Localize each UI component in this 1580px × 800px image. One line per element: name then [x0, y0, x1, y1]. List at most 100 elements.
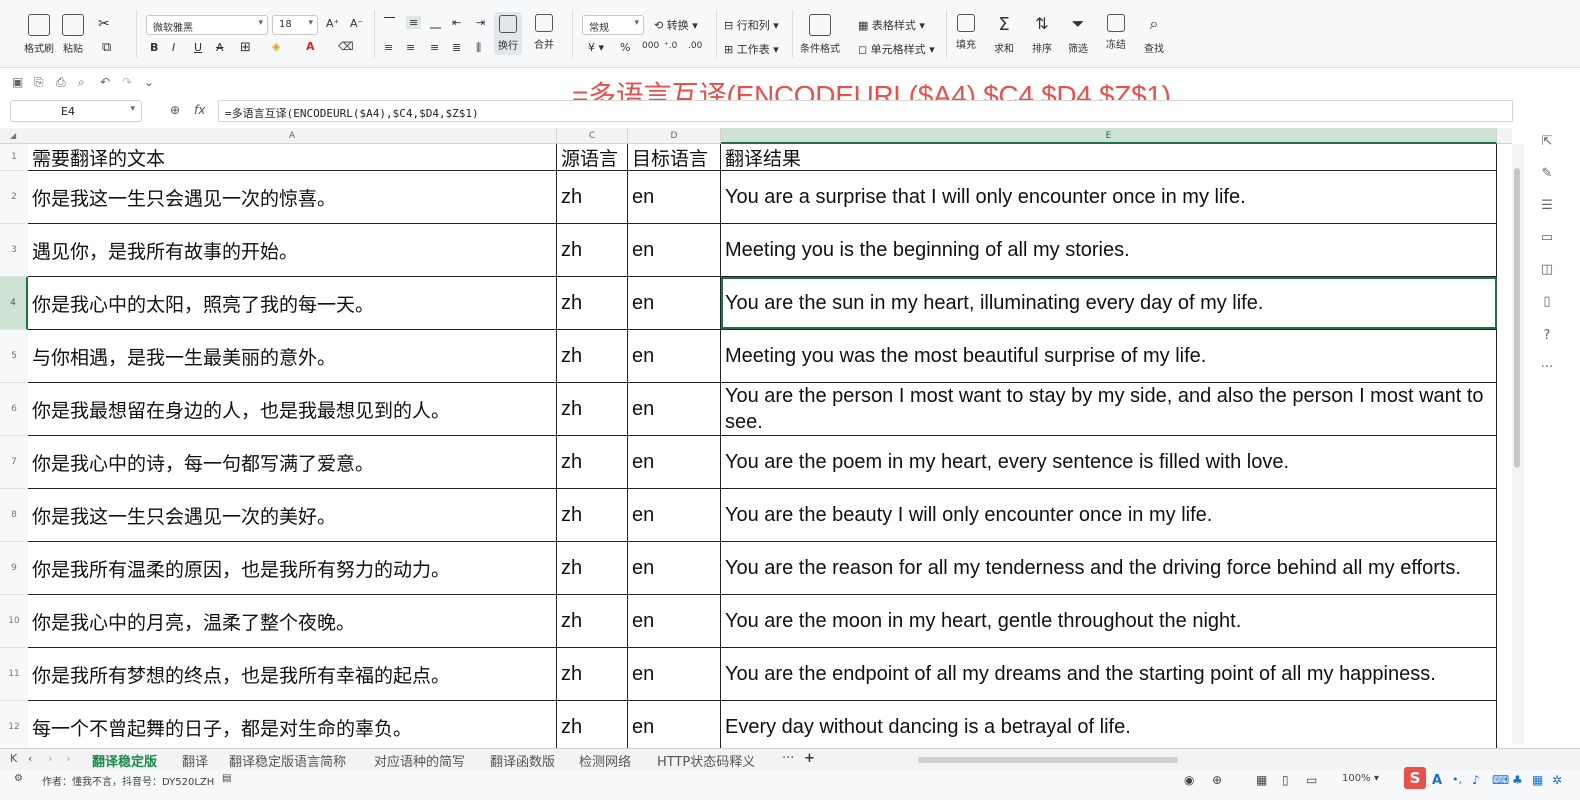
- comment-icon[interactable]: ▭: [1538, 230, 1556, 246]
- row-number[interactable]: 4: [0, 277, 28, 330]
- cell-a10[interactable]: 你是我心中的月亮，温柔了整个夜晚。: [28, 595, 557, 647]
- next-sheet-icon[interactable]: ›: [48, 752, 52, 765]
- sum-button[interactable]: Σ 求和: [994, 14, 1014, 55]
- sheet-tab-0[interactable]: 翻译稳定版: [88, 751, 162, 772]
- cell-d8[interactable]: en: [628, 489, 721, 541]
- row-number[interactable]: 7: [0, 436, 28, 489]
- ime-font-icon[interactable]: A: [1432, 773, 1442, 788]
- cell-c2[interactable]: zh: [557, 171, 628, 223]
- select-pointer-icon[interactable]: ⇱: [1538, 134, 1556, 150]
- cell-c6[interactable]: zh: [557, 383, 628, 435]
- merge-button[interactable]: 合并: [534, 14, 554, 51]
- settings-sliders-icon[interactable]: ☰: [1538, 198, 1556, 214]
- cell-d4[interactable]: en: [628, 277, 721, 329]
- find-button[interactable]: ⌕ 查找: [1144, 14, 1164, 55]
- cell-a12[interactable]: 每一个不曾起舞的日子，都是对生命的辜负。: [28, 701, 557, 748]
- scroll-thumb[interactable]: [1514, 168, 1520, 468]
- currency-icon[interactable]: ¥ ▾: [588, 41, 604, 54]
- filter-button[interactable]: ⏷ 筛选: [1068, 14, 1088, 55]
- zoom-icon[interactable]: ⊕: [170, 103, 180, 117]
- cell-a9[interactable]: 你是我所有温柔的原因，也是我所有努力的动力。: [28, 542, 557, 594]
- sheet-tab-4[interactable]: 翻译函数版: [486, 751, 559, 770]
- underline-icon[interactable]: U: [194, 41, 202, 54]
- increase-font-icon[interactable]: A⁺: [326, 17, 339, 30]
- cell-d6[interactable]: en: [628, 383, 721, 435]
- bold-icon[interactable]: B: [150, 41, 158, 54]
- convert-button[interactable]: ⟲ 转换 ▾: [654, 17, 698, 33]
- chevron-down-icon[interactable]: ▾: [1374, 773, 1379, 784]
- wrap-text-button[interactable]: 换行: [494, 12, 522, 55]
- sheet-tab-5[interactable]: 检测网络: [575, 751, 635, 770]
- print-preview-icon[interactable]: ⌕: [78, 75, 85, 90]
- prev-sheet-icon[interactable]: ‹: [28, 752, 32, 765]
- font-size-select[interactable]: 18 ▾: [272, 15, 318, 35]
- cell-d11[interactable]: en: [628, 648, 721, 700]
- sheet-tab-1[interactable]: 翻译: [178, 751, 212, 770]
- cell-a7[interactable]: 你是我心中的诗，每一句都写满了爱意。: [28, 436, 557, 488]
- export-pdf-icon[interactable]: ⎘: [34, 75, 44, 90]
- row-col-button[interactable]: ⊟ 行和列 ▾: [724, 17, 779, 33]
- row-number[interactable]: 12: [0, 701, 28, 748]
- freeze-button[interactable]: 冻结: [1106, 14, 1126, 51]
- more-icon[interactable]: ···: [1538, 360, 1556, 376]
- cell-a2[interactable]: 你是我这一生只会遇见一次的惊喜。: [28, 171, 557, 223]
- decrease-decimal-icon[interactable]: .00: [688, 41, 702, 51]
- doc-info-icon[interactable]: ▤: [222, 773, 231, 784]
- tools-icon[interactable]: ✎: [1538, 166, 1556, 182]
- row-number[interactable]: 3: [0, 224, 28, 277]
- cell-a1[interactable]: 需要翻译的文本: [28, 144, 557, 170]
- cell-e4[interactable]: You are the sun in my heart, illuminatin…: [721, 277, 1497, 329]
- more-sheets-button[interactable]: ···: [778, 751, 798, 766]
- cell-e1[interactable]: 翻译结果: [721, 144, 1497, 170]
- align-top-icon[interactable]: ⎺: [384, 16, 395, 30]
- justify-icon[interactable]: ≣: [452, 41, 461, 54]
- gear-icon[interactable]: ✲: [1552, 773, 1562, 787]
- select-all-corner[interactable]: ◢: [0, 128, 28, 144]
- format-painter-button[interactable]: 格式刷: [24, 14, 54, 55]
- row-number[interactable]: 9: [0, 542, 28, 595]
- sheet-tab-2[interactable]: 翻译稳定版语言简称: [225, 751, 350, 770]
- save-icon[interactable]: ▣: [12, 75, 23, 89]
- cell-a8[interactable]: 你是我这一生只会遇见一次的美好。: [28, 489, 557, 541]
- row-number[interactable]: 5: [0, 330, 28, 383]
- font-name-select[interactable]: 微软雅黑 ▾: [146, 15, 268, 35]
- sort-button[interactable]: ⇅ 排序: [1032, 14, 1052, 55]
- sheet-tab-6[interactable]: HTTP状态码释义: [653, 751, 759, 770]
- copy-icon[interactable]: ⧉: [102, 40, 111, 55]
- align-middle-icon[interactable]: ≡: [406, 16, 422, 29]
- cell-c8[interactable]: zh: [557, 489, 628, 541]
- column-header-a[interactable]: A: [28, 128, 557, 144]
- fill-button[interactable]: 填充: [956, 14, 976, 51]
- number-format-select[interactable]: 常规 ▾: [582, 15, 644, 35]
- font-color-icon[interactable]: A: [306, 40, 315, 53]
- zoom-level[interactable]: 100%: [1342, 773, 1371, 784]
- sogou-ime-logo[interactable]: S: [1404, 767, 1426, 789]
- cell-d7[interactable]: en: [628, 436, 721, 488]
- add-sheet-button[interactable]: +: [800, 751, 819, 766]
- cell-d2[interactable]: en: [628, 171, 721, 223]
- cell-d10[interactable]: en: [628, 595, 721, 647]
- page-break-icon[interactable]: ▭: [1306, 773, 1317, 787]
- last-sheet-icon[interactable]: ›: [66, 752, 70, 765]
- cell-c11[interactable]: zh: [557, 648, 628, 700]
- align-center-icon[interactable]: ≡: [406, 41, 415, 54]
- sheet-tab-3[interactable]: 对应语种的简写: [370, 751, 469, 770]
- row-number[interactable]: 2: [0, 171, 28, 224]
- print-icon[interactable]: ⎙: [56, 75, 66, 90]
- row-number[interactable]: 8: [0, 489, 28, 542]
- align-bottom-icon[interactable]: ⎽: [430, 16, 441, 30]
- cell-e10[interactable]: You are the moon in my heart, gentle thr…: [721, 595, 1497, 647]
- cell-e3[interactable]: Meeting you is the beginning of all my s…: [721, 224, 1497, 276]
- cell-c9[interactable]: zh: [557, 542, 628, 594]
- cell-a5[interactable]: 与你相遇，是我一生最美丽的意外。: [28, 330, 557, 382]
- indent-increase-icon[interactable]: ⇥: [476, 16, 485, 29]
- row-number[interactable]: 11: [0, 648, 28, 701]
- indent-decrease-icon[interactable]: ⇤: [452, 16, 461, 29]
- cell-e12[interactable]: Every day without dancing is a betrayal …: [721, 701, 1497, 748]
- cut-icon[interactable]: ✂: [98, 16, 110, 32]
- macro-icon[interactable]: ⚙: [14, 773, 23, 784]
- align-left-icon[interactable]: ≡: [384, 41, 393, 54]
- row-number[interactable]: 10: [0, 595, 28, 648]
- column-header-d[interactable]: D: [628, 128, 721, 144]
- cell-e7[interactable]: You are the poem in my heart, every sent…: [721, 436, 1497, 488]
